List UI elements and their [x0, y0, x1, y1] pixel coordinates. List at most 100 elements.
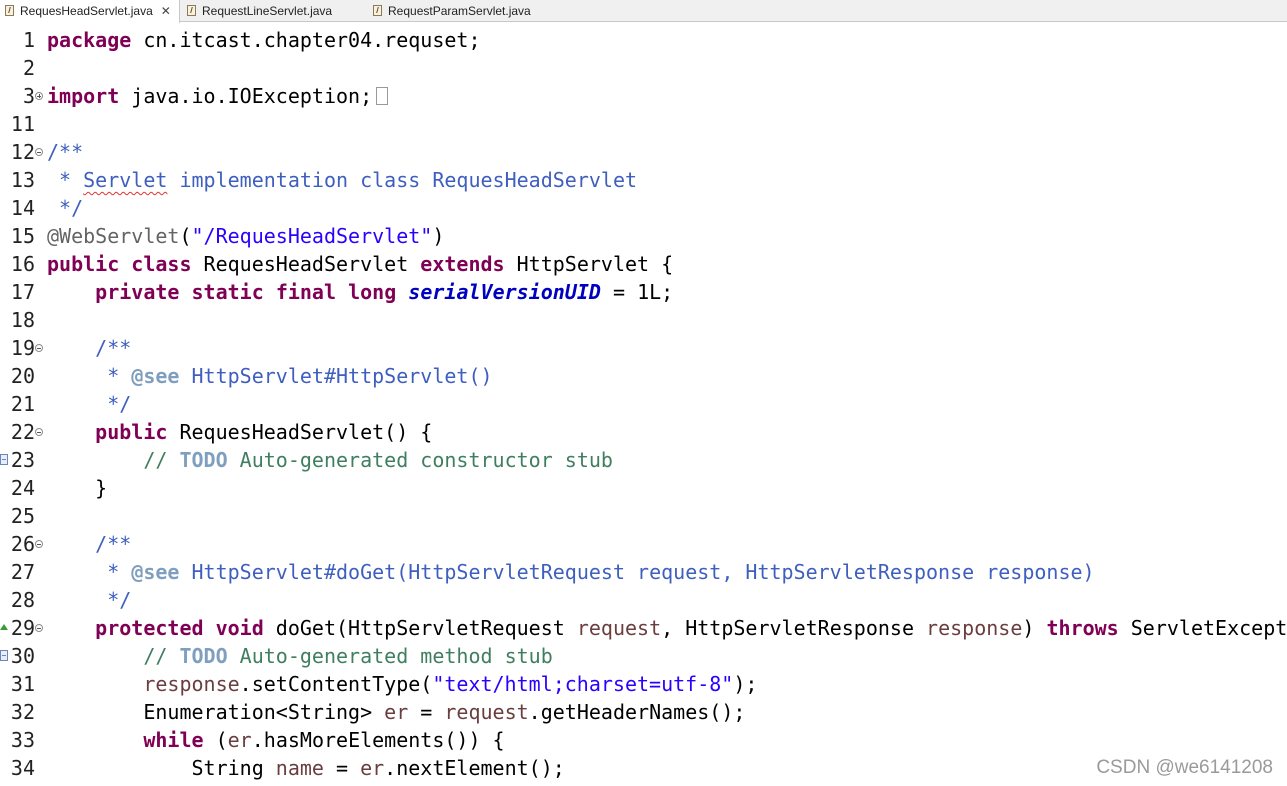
tab-request-line-servlet[interactable]: RequestLineServlet.java — [182, 0, 362, 22]
code-text: while (er.hasMoreElements()) { — [47, 726, 504, 754]
line-number: 25 — [10, 504, 35, 528]
code-line[interactable]: 2 — [0, 54, 1287, 82]
code-token: java.io.IOException; — [119, 84, 373, 108]
code-text: protected void doGet(HttpServletRequest … — [47, 614, 1287, 642]
collapse-fold-icon[interactable] — [35, 540, 43, 548]
line-number: 13 — [10, 168, 35, 192]
code-token: ) — [432, 224, 445, 248]
code-line[interactable]: 1 package cn.itcast.chapter04.requset; — [0, 26, 1287, 54]
line-number: 34 — [10, 756, 35, 780]
code-line[interactable]: 13 * Servlet implementation class Reques… — [0, 166, 1287, 194]
code-token: HttpServlet#HttpServlet() — [179, 364, 493, 388]
code-line[interactable]: 17 private static final long serialVersi… — [0, 278, 1287, 306]
code-token: cn.itcast.chapter04.requset; — [131, 28, 481, 52]
code-token: package — [47, 28, 132, 52]
code-line[interactable]: 12 /** — [0, 138, 1287, 166]
tab-reques-head-servlet[interactable]: RequesHeadServlet.java ✕ — [0, 0, 180, 23]
code-text: * Servlet implementation class RequesHea… — [47, 166, 637, 194]
tab-label: RequesHeadServlet.java — [20, 4, 153, 18]
code-token: ServletException, IOException { — [1130, 616, 1287, 640]
code-token: * — [47, 168, 84, 192]
code-token: @WebServlet — [47, 224, 180, 248]
code-line[interactable]: 32 Enumeration<String> er = request.getH… — [0, 698, 1287, 726]
code-text: } — [47, 474, 107, 502]
code-token: // — [143, 644, 180, 668]
code-token: */ — [95, 588, 132, 612]
code-line[interactable]: 22 public RequesHeadServlet() { — [0, 418, 1287, 446]
code-text: */ — [47, 586, 131, 614]
line-number: 2 — [22, 56, 35, 80]
line-number: 33 — [10, 728, 35, 752]
code-line[interactable]: 28 */ — [0, 586, 1287, 614]
collapse-fold-icon[interactable] — [35, 148, 43, 156]
code-token: RequesHeadServlet() { — [167, 420, 433, 444]
code-line[interactable]: 16 public class RequesHeadServlet extends… — [0, 250, 1287, 278]
tab-request-param-servlet[interactable]: RequestParamServlet.java — [368, 0, 568, 22]
code-line[interactable]: 20 * @see HttpServlet#HttpServlet() — [0, 362, 1287, 390]
line-number: 19 — [10, 336, 35, 360]
code-token: public — [95, 420, 168, 444]
line-number: 31 — [10, 672, 35, 696]
code-line[interactable]: 30 // TODO Auto-generated method stub — [0, 642, 1287, 670]
line-number: 1 — [22, 28, 35, 52]
code-text: */ — [47, 390, 131, 418]
code-token: TODO — [179, 448, 228, 472]
code-line[interactable]: 3 import java.io.IOException; — [0, 82, 1287, 110]
code-token: /** — [47, 140, 84, 164]
line-number: 27 — [10, 560, 35, 584]
code-token: RequesHeadServlet — [191, 252, 421, 276]
code-token: long — [348, 280, 397, 304]
code-line[interactable]: 21 */ — [0, 390, 1287, 418]
line-number: 30 — [10, 644, 35, 668]
code-line[interactable]: 27 * @see HttpServlet#doGet(HttpServletR… — [0, 558, 1287, 586]
tab-label: RequestLineServlet.java — [202, 4, 333, 18]
code-line[interactable]: 19 /** — [0, 334, 1287, 362]
code-token: ) — [1022, 616, 1047, 640]
collapsed-region-icon[interactable] — [376, 86, 389, 105]
line-number: 11 — [10, 112, 35, 136]
code-token: HttpServlet#doGet(HttpServletRequest req… — [179, 560, 1095, 584]
expand-fold-icon[interactable] — [35, 92, 43, 100]
code-line[interactable]: 18 — [0, 306, 1287, 334]
collapse-fold-icon[interactable] — [35, 428, 43, 436]
code-line[interactable]: 11 — [0, 110, 1287, 138]
code-token: */ — [95, 392, 132, 416]
code-token: */ — [47, 196, 84, 220]
code-editor[interactable]: 1 package cn.itcast.chapter04.requset; 2 3 i… — [0, 26, 1287, 786]
code-text: response.setContentType("text/html;chars… — [47, 670, 757, 698]
code-line[interactable]: 31 response.setContentType("text/html;ch… — [0, 670, 1287, 698]
code-line[interactable]: 23 // TODO Auto-generated constructor st… — [0, 446, 1287, 474]
code-line[interactable]: 14 */ — [0, 194, 1287, 222]
code-token: HttpServlet { — [504, 252, 674, 276]
code-token: "text/html;charset=utf-8" — [432, 672, 734, 696]
watermark: CSDN @we6141208 — [1096, 757, 1273, 778]
line-number: 20 — [10, 364, 35, 388]
code-text: package cn.itcast.chapter04.requset; — [47, 26, 481, 54]
code-token: Servlet — [83, 168, 168, 192]
code-token: import — [47, 84, 120, 108]
code-token: = — [408, 700, 445, 724]
code-line[interactable]: 26 /** — [0, 530, 1287, 558]
code-text: // TODO Auto-generated constructor stub — [47, 446, 613, 474]
code-line[interactable]: 25 — [0, 502, 1287, 530]
line-number: 12 — [10, 140, 35, 164]
code-line[interactable]: 29 protected void doGet(HttpServletReque… — [0, 614, 1287, 642]
collapse-fold-icon[interactable] — [35, 624, 43, 632]
code-token: "/RequesHeadServlet" — [191, 224, 433, 248]
code-line[interactable]: 24 } — [0, 474, 1287, 502]
code-token: * — [95, 560, 132, 584]
collapse-fold-icon[interactable] — [35, 344, 43, 352]
line-number: 28 — [10, 588, 35, 612]
code-text: private static final long serialVersionU… — [47, 278, 673, 306]
code-token: class — [131, 252, 192, 276]
code-token: .nextElement(); — [384, 756, 565, 780]
code-line[interactable]: 34 String name = er.nextElement(); — [0, 754, 1287, 782]
line-number: 18 — [10, 308, 35, 332]
code-line[interactable]: 33 while (er.hasMoreElements()) { — [0, 726, 1287, 754]
line-number: 32 — [10, 700, 35, 724]
close-icon[interactable]: ✕ — [161, 0, 171, 22]
code-line[interactable]: 15 @WebServlet("/RequesHeadServlet") — [0, 222, 1287, 250]
